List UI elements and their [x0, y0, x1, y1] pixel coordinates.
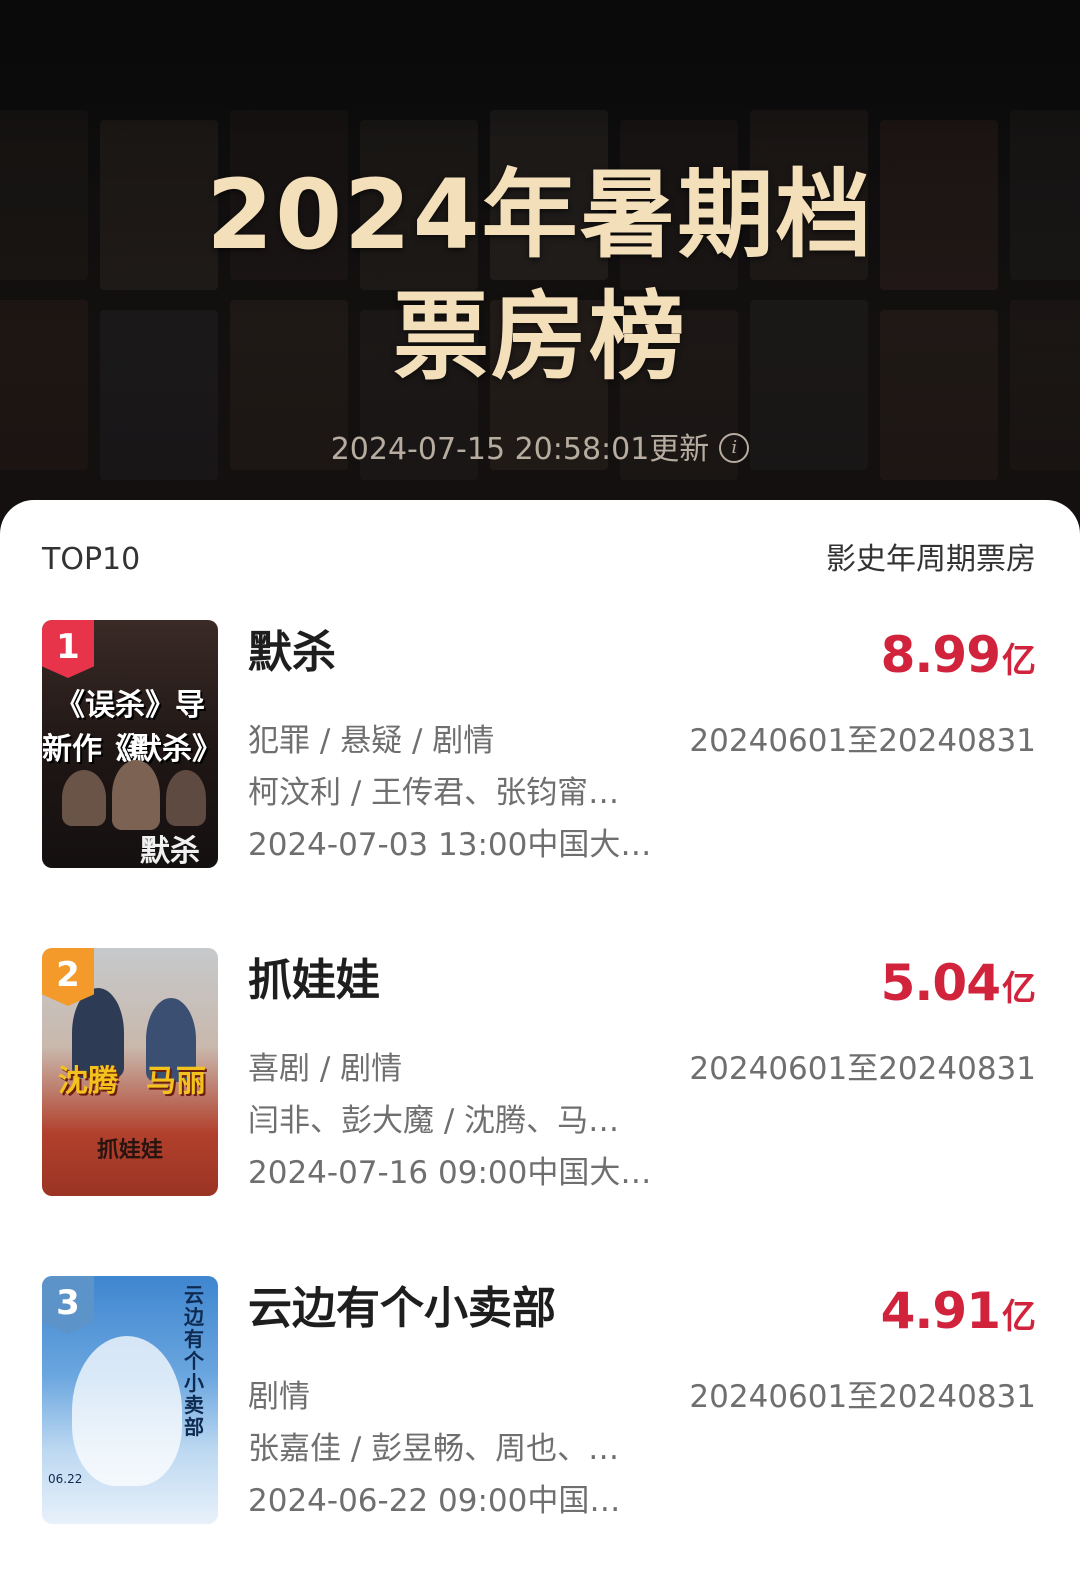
update-timestamp-row: 2024-07-15 20:58:01更新 i: [0, 428, 1080, 472]
movie-poster[interactable]: 《误杀》导演 新作《默杀》 默杀 1: [42, 620, 218, 868]
movie-poster[interactable]: 沈腾 马丽 抓娃娃 2: [42, 948, 218, 1196]
box-office-period: 20240601至20240831: [689, 1051, 1036, 1087]
movie-cast: 闫非、彭大魔 / 沈腾、马…: [248, 1103, 620, 1139]
box-office-number: 8.99: [880, 626, 1001, 684]
top10-label: TOP10: [42, 542, 141, 577]
update-timestamp: 2024-07-15 20:58:01更新: [330, 432, 710, 467]
poster-cloud: [72, 1336, 182, 1486]
rank-badge: 3: [42, 1276, 94, 1334]
box-office-value: 8.99亿: [881, 624, 1036, 698]
movie-item[interactable]: 云边有个小卖部 06.22 3 云边有个小卖部 4.91亿 剧情 2024060…: [42, 1276, 1036, 1526]
movie-release: 2024-07-16 09:00中国大…: [248, 1155, 652, 1191]
movie-release: 2024-06-22 09:00中国…: [248, 1483, 621, 1519]
movie-item[interactable]: 沈腾 马丽 抓娃娃 2 抓娃娃 5.04亿 喜剧 / 剧情 20240601至2…: [42, 948, 1036, 1198]
poster-figure: [112, 760, 160, 830]
ranking-card: TOP10 影史年周期票房 《误杀》导演 新作《默杀》 默杀 1 默杀 8.99…: [0, 500, 1080, 1574]
rank-badge: 2: [42, 948, 94, 1006]
page-title-line2: 票房榜: [393, 281, 687, 393]
page-title-line1: 2024年暑期档: [206, 159, 874, 271]
box-office-number: 4.91: [880, 1282, 1001, 1340]
movie-poster[interactable]: 云边有个小卖部 06.22 3: [42, 1276, 218, 1524]
info-icon[interactable]: i: [719, 432, 750, 463]
poster-logo: 默杀: [140, 834, 200, 868]
movie-cast: 张嘉佳 / 彭昱畅、周也、…: [248, 1431, 620, 1467]
movie-title[interactable]: 默杀: [248, 624, 336, 682]
box-office-unit: 亿: [1002, 1297, 1036, 1337]
box-office-value: 4.91亿: [881, 1280, 1036, 1354]
poster-date: 06.22: [48, 1472, 83, 1486]
list-header: TOP10 影史年周期票房: [42, 538, 1036, 582]
poster-figure: [166, 770, 206, 826]
box-office-unit: 亿: [1002, 969, 1036, 1009]
header-overlay: [0, 0, 1080, 560]
poster-logo: 抓娃娃: [96, 1138, 163, 1163]
box-office-period: 20240601至20240831: [689, 723, 1036, 759]
poster-caption: 马丽: [146, 1064, 206, 1099]
box-office-value: 5.04亿: [881, 952, 1036, 1026]
poster-caption: 云边有个小卖部: [184, 1283, 204, 1439]
movie-title[interactable]: 云边有个小卖部: [248, 1280, 556, 1338]
box-office-number: 5.04: [880, 954, 1001, 1012]
box-office-scope-label[interactable]: 影史年周期票房: [826, 538, 1036, 582]
rank-badge: 1: [42, 620, 94, 678]
movie-title[interactable]: 抓娃娃: [248, 952, 380, 1010]
movie-genre: 犯罪 / 悬疑 / 剧情: [248, 723, 495, 759]
movie-cast: 柯汶利 / 王传君、张钧甯…: [248, 775, 620, 811]
poster-figure: [62, 770, 106, 826]
movie-item[interactable]: 《误杀》导演 新作《默杀》 默杀 1 默杀 8.99亿 犯罪 / 悬疑 / 剧情…: [42, 620, 1036, 870]
poster-caption: 沈腾: [58, 1064, 118, 1099]
movie-genre: 喜剧 / 剧情: [248, 1051, 403, 1087]
movie-genre: 剧情: [248, 1379, 310, 1415]
header-banner: 2024年暑期档 票房榜 2024-07-15 20:58:01更新 i: [0, 0, 1080, 560]
movie-release: 2024-07-03 13:00中国大…: [248, 827, 652, 863]
box-office-unit: 亿: [1002, 641, 1036, 681]
box-office-period: 20240601至20240831: [689, 1379, 1036, 1415]
